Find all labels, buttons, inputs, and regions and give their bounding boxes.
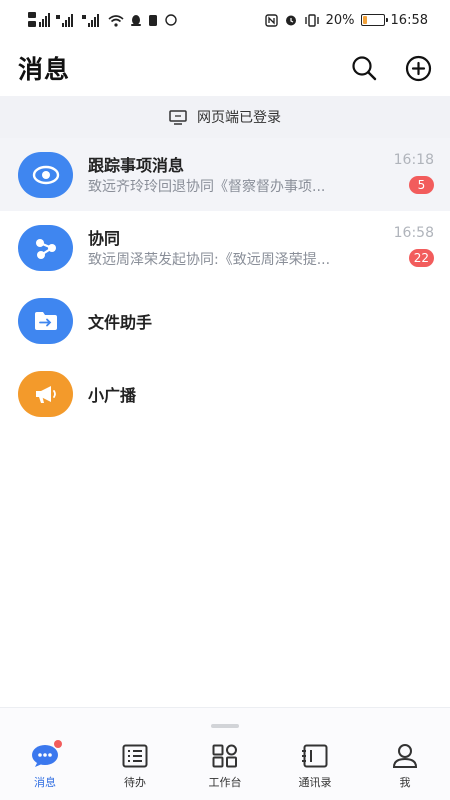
message-time: 16:18 (393, 152, 434, 168)
qq-icon (130, 14, 142, 27)
wifi-icon (108, 14, 124, 27)
grid-icon (210, 742, 240, 770)
message-title: 跟踪事项消息 (88, 156, 185, 175)
broadcast-avatar (18, 370, 73, 417)
message-preview: 致远周泽荣发起协同:《致远周泽荣提... (88, 252, 331, 268)
unread-badge: 22 (408, 249, 434, 267)
tab-todo[interactable]: 待办 (90, 742, 180, 790)
tab-label: 工作台 (208, 776, 242, 789)
list-item-collaboration[interactable]: 协同 致远周泽荣发起协同:《致远周泽荣提... 16:58 22 (0, 211, 450, 284)
megaphone-icon (35, 385, 56, 403)
collaboration-avatar (18, 224, 73, 271)
message-time: 16:58 (393, 225, 434, 241)
alarm-icon (284, 13, 298, 27)
tab-me[interactable]: 我 (360, 742, 450, 790)
page-title: 消息 (18, 55, 71, 84)
tab-label: 我 (399, 776, 411, 789)
message-title: 文件助手 (88, 312, 153, 332)
todo-list-icon (120, 742, 150, 770)
add-circle-icon (405, 55, 431, 81)
user-icon (390, 742, 420, 770)
list-item-file-assistant[interactable]: 文件助手 (0, 284, 450, 357)
file-transfer-icon (34, 311, 57, 330)
drag-handle[interactable] (211, 724, 239, 728)
monitor-icon (169, 109, 187, 125)
status-bar: 20% 16:58 (0, 0, 450, 40)
share-nodes-icon (35, 238, 56, 259)
tab-label: 消息 (34, 776, 56, 789)
tab-label: 待办 (124, 776, 146, 789)
tab-bar: 消息 待办 工作台 通讯录 我 (0, 740, 450, 790)
message-title: 小广播 (88, 385, 137, 405)
web-login-banner[interactable]: 网页端已登录 (0, 96, 450, 138)
unread-badge: 5 (409, 176, 434, 194)
message-content: 跟踪事项消息 致远齐玲玲回退协同《督察督办事项... 16:18 5 (88, 138, 434, 211)
search-button[interactable] (350, 54, 378, 82)
signal-4g-icon (82, 13, 102, 27)
status-indicators (28, 11, 178, 29)
list-item-tracking[interactable]: 跟踪事项消息 致远齐玲玲回退协同《督察督办事项... 16:18 5 (0, 138, 450, 211)
message-preview: 致远齐玲玲回退协同《督察督办事项... (88, 179, 326, 195)
notification-icon (148, 14, 158, 27)
message-content: 协同 致远周泽荣发起协同:《致远周泽荣提... 16:58 22 (88, 211, 434, 284)
message-app-icon (164, 14, 178, 26)
eye-target-icon (32, 165, 59, 184)
tab-messages[interactable]: 消息 (0, 740, 90, 790)
vibrate-icon (304, 13, 320, 27)
tab-label: 通讯录 (298, 776, 332, 789)
tab-contacts[interactable]: 通讯录 (270, 742, 360, 790)
chat-bubble-icon (30, 740, 62, 770)
unread-dot (54, 740, 62, 748)
nfc-icon (264, 13, 278, 27)
search-icon (352, 56, 377, 81)
header-actions (350, 54, 432, 82)
message-content: 小广播 (88, 357, 434, 430)
status-right: 20% 16:58 (264, 12, 428, 28)
contacts-icon (300, 742, 330, 770)
tab-workbench[interactable]: 工作台 (180, 742, 270, 790)
hd-signal-icon (28, 11, 50, 29)
signal-5g-icon (56, 13, 76, 27)
web-login-text: 网页端已登录 (197, 110, 281, 126)
battery-percent: 20% (325, 12, 355, 28)
message-title: 协同 (88, 229, 121, 248)
file-assistant-avatar (18, 297, 73, 344)
add-button[interactable] (404, 54, 432, 82)
message-content: 文件助手 (88, 284, 434, 357)
bottom-nav: 消息 待办 工作台 通讯录 我 (0, 707, 450, 800)
message-list: 跟踪事项消息 致远齐玲玲回退协同《督察督办事项... 16:18 5 协同 致远… (0, 138, 450, 430)
tracking-avatar (18, 151, 73, 198)
app-header: 消息 (0, 40, 450, 96)
status-time: 16:58 (390, 12, 428, 28)
list-item-broadcast[interactable]: 小广播 (0, 357, 450, 430)
battery-icon (360, 14, 388, 26)
